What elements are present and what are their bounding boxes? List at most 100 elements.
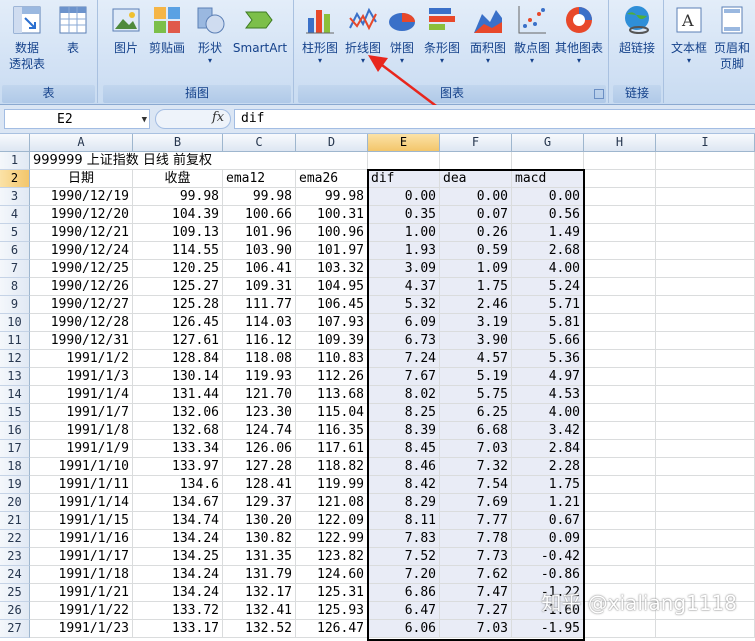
smartart-button[interactable]: SmartArt xyxy=(231,4,289,82)
table-cell[interactable]: 1.75 xyxy=(440,278,512,296)
table-cell[interactable]: 0.09 xyxy=(512,530,584,548)
table-cell[interactable]: 0.00 xyxy=(440,188,512,206)
table-cell[interactable]: 1.09 xyxy=(440,260,512,278)
table-cell[interactable]: 5.71 xyxy=(512,296,584,314)
table-cell[interactable]: 7.52 xyxy=(368,548,440,566)
table-cell[interactable]: 0.59 xyxy=(440,242,512,260)
table-cell[interactable]: 7.69 xyxy=(440,494,512,512)
table-cell[interactable]: 4.97 xyxy=(512,368,584,386)
table-cell[interactable]: 8.39 xyxy=(368,422,440,440)
table-cell[interactable]: 4.00 xyxy=(512,260,584,278)
table-cell[interactable]: 117.61 xyxy=(296,440,368,458)
column-header-f[interactable]: F xyxy=(440,134,512,152)
column-header-e[interactable]: E xyxy=(368,134,440,152)
table-cell[interactable]: 126.45 xyxy=(133,314,223,332)
column-header-b[interactable]: B xyxy=(133,134,223,152)
table-cell[interactable]: 1990/12/24 xyxy=(30,242,133,260)
row-header[interactable]: 8 xyxy=(0,278,30,296)
cell[interactable] xyxy=(584,386,656,404)
row-header[interactable]: 25 xyxy=(0,584,30,602)
table-cell[interactable]: 104.39 xyxy=(133,206,223,224)
other-charts-button[interactable]: 其他图表 ▾ xyxy=(552,4,606,82)
cell[interactable] xyxy=(584,422,656,440)
table-cell[interactable]: 2.84 xyxy=(512,440,584,458)
cell[interactable] xyxy=(656,350,755,368)
row-header[interactable]: 16 xyxy=(0,422,30,440)
cell[interactable] xyxy=(656,314,755,332)
table-cell[interactable]: 1990/12/28 xyxy=(30,314,133,332)
table-cell[interactable]: 106.41 xyxy=(223,260,296,278)
table-cell[interactable]: 1.75 xyxy=(512,476,584,494)
table-cell[interactable]: 0.67 xyxy=(512,512,584,530)
table-cell[interactable]: 100.96 xyxy=(296,224,368,242)
table-cell[interactable]: 1990/12/27 xyxy=(30,296,133,314)
cell[interactable] xyxy=(584,476,656,494)
cell[interactable] xyxy=(656,170,755,188)
table-cell[interactable]: 7.67 xyxy=(368,368,440,386)
table-cell[interactable]: 99.98 xyxy=(223,188,296,206)
table-cell[interactable]: 1991/1/22 xyxy=(30,602,133,620)
row-header[interactable]: 19 xyxy=(0,476,30,494)
table-cell[interactable]: 104.95 xyxy=(296,278,368,296)
table-cell[interactable]: 1991/1/23 xyxy=(30,620,133,638)
table-cell[interactable]: 118.82 xyxy=(296,458,368,476)
table-cell[interactable]: 1990/12/26 xyxy=(30,278,133,296)
table-cell[interactable]: 134.74 xyxy=(133,512,223,530)
row-header[interactable]: 14 xyxy=(0,386,30,404)
table-button[interactable]: 表 xyxy=(56,4,90,82)
table-cell[interactable]: 109.39 xyxy=(296,332,368,350)
table-cell[interactable]: 132.41 xyxy=(223,602,296,620)
row-header[interactable]: 4 xyxy=(0,206,30,224)
cell[interactable] xyxy=(584,548,656,566)
table-cell[interactable]: 7.20 xyxy=(368,566,440,584)
table-cell[interactable]: 116.35 xyxy=(296,422,368,440)
table-cell[interactable]: 124.74 xyxy=(223,422,296,440)
table-cell[interactable]: 132.06 xyxy=(133,404,223,422)
table-cell[interactable]: 133.17 xyxy=(133,620,223,638)
row-header[interactable]: 18 xyxy=(0,458,30,476)
table-cell[interactable]: 7.27 xyxy=(440,602,512,620)
table-cell[interactable]: 0.56 xyxy=(512,206,584,224)
row-header[interactable]: 17 xyxy=(0,440,30,458)
table-cell[interactable]: 1991/1/14 xyxy=(30,494,133,512)
table-cell[interactable]: 1991/1/16 xyxy=(30,530,133,548)
cell[interactable] xyxy=(656,332,755,350)
table-cell[interactable]: 5.19 xyxy=(440,368,512,386)
cell[interactable] xyxy=(584,278,656,296)
scatter-chart-button[interactable]: 散点图 ▾ xyxy=(510,4,554,82)
row-header[interactable]: 11 xyxy=(0,332,30,350)
cell[interactable] xyxy=(656,224,755,242)
table-cell[interactable]: 131.44 xyxy=(133,386,223,404)
cell[interactable] xyxy=(656,242,755,260)
table-cell[interactable]: 1990/12/20 xyxy=(30,206,133,224)
table-cell[interactable]: 7.78 xyxy=(440,530,512,548)
table-cell[interactable]: 121.70 xyxy=(223,386,296,404)
table-cell[interactable]: 131.79 xyxy=(223,566,296,584)
table-cell[interactable]: 122.99 xyxy=(296,530,368,548)
table-cell[interactable]: 1991/1/8 xyxy=(30,422,133,440)
cell[interactable] xyxy=(584,224,656,242)
cell[interactable] xyxy=(656,386,755,404)
table-cell[interactable]: 1990/12/21 xyxy=(30,224,133,242)
table-cell[interactable]: 119.93 xyxy=(223,368,296,386)
table-cell[interactable]: 1991/1/21 xyxy=(30,584,133,602)
cell[interactable] xyxy=(656,494,755,512)
row-header[interactable]: 10 xyxy=(0,314,30,332)
table-cell[interactable]: 7.77 xyxy=(440,512,512,530)
table-cell[interactable]: 110.83 xyxy=(296,350,368,368)
table-cell[interactable]: 1.21 xyxy=(512,494,584,512)
table-cell[interactable]: 1990/12/19 xyxy=(30,188,133,206)
table-cell[interactable]: 114.03 xyxy=(223,314,296,332)
table-cell[interactable]: 8.11 xyxy=(368,512,440,530)
table-cell[interactable]: 127.28 xyxy=(223,458,296,476)
insert-function-icon[interactable]: fx xyxy=(212,110,224,125)
table-cell[interactable]: 7.47 xyxy=(440,584,512,602)
table-cell[interactable]: 126.47 xyxy=(296,620,368,638)
textbox-button[interactable]: A 文本框 ▾ xyxy=(668,4,710,82)
cell[interactable] xyxy=(584,530,656,548)
table-cell[interactable]: 125.27 xyxy=(133,278,223,296)
cell[interactable] xyxy=(584,152,656,170)
table-cell[interactable]: 123.30 xyxy=(223,404,296,422)
cell[interactable] xyxy=(656,476,755,494)
cell[interactable] xyxy=(512,152,584,170)
